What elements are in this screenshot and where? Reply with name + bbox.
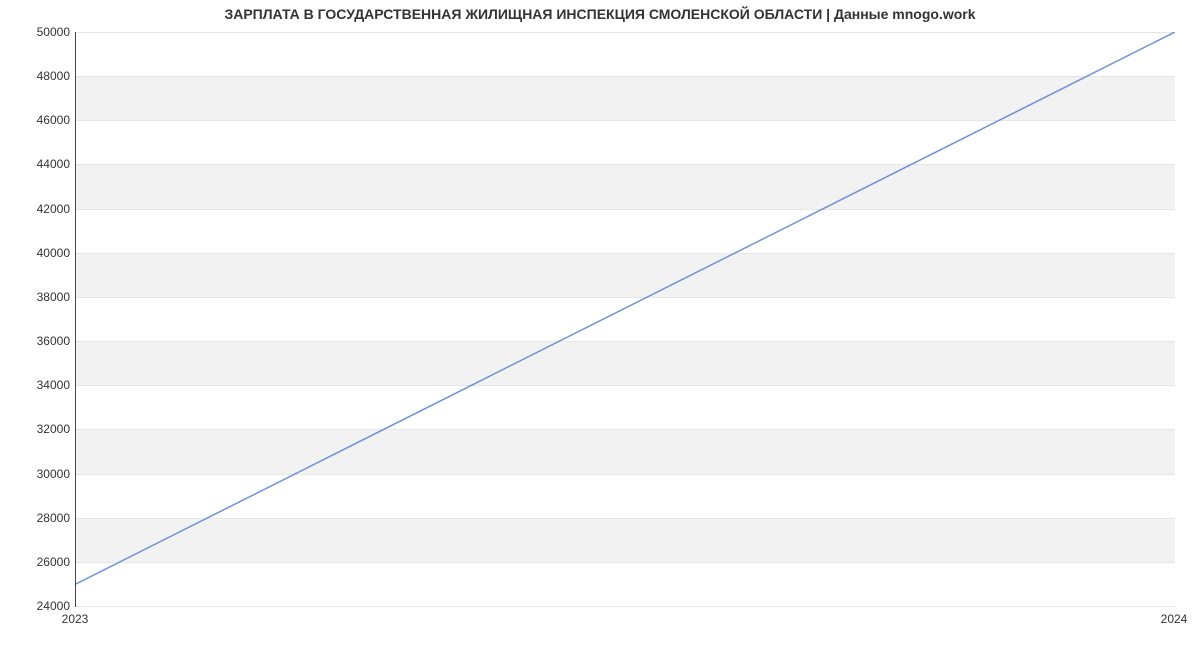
y-tick-label: 26000 [10,555,70,569]
y-tick-label: 50000 [10,25,70,39]
y-tick-label: 30000 [10,467,70,481]
y-tick-label: 48000 [10,69,70,83]
line-series [76,32,1175,606]
y-tick-label: 40000 [10,246,70,260]
y-tick-label: 44000 [10,157,70,171]
chart-title: ЗАРПЛАТА В ГОСУДАРСТВЕННАЯ ЖИЛИЩНАЯ ИНСП… [0,6,1200,22]
y-tick-label: 36000 [10,334,70,348]
y-tick-label: 42000 [10,202,70,216]
y-tick-label: 32000 [10,422,70,436]
x-tick-label: 2024 [1161,612,1188,626]
y-tick-label: 46000 [10,113,70,127]
y-tick-label: 28000 [10,511,70,525]
y-tick-label: 24000 [10,599,70,613]
y-tick-label: 38000 [10,290,70,304]
x-tick-label: 2023 [62,612,89,626]
y-tick-label: 34000 [10,378,70,392]
plot-area [75,32,1175,607]
gridline [76,606,1175,607]
chart-container: ЗАРПЛАТА В ГОСУДАРСТВЕННАЯ ЖИЛИЩНАЯ ИНСП… [0,0,1200,650]
